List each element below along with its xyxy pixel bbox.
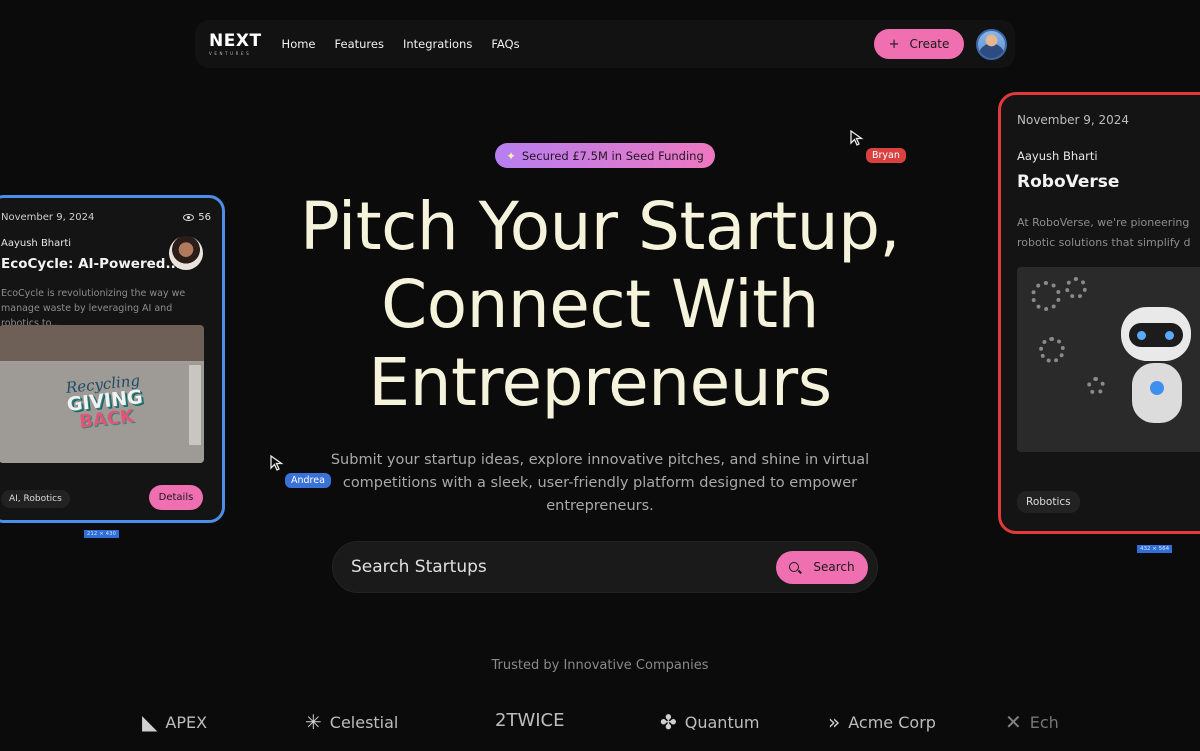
card-description: At RoboVerse, we're pioneering robotic s… <box>1017 213 1200 253</box>
card-description-line-2: robotic solutions that simplify d <box>1017 236 1191 249</box>
card-category-tag[interactable]: Robotics <box>1017 491 1080 513</box>
company-logo-ech: ✕ Ech <box>1005 710 1059 734</box>
company-logo-quantum: ✤ Quantum <box>660 710 759 734</box>
cursor-label-andrea: Andrea <box>285 473 331 488</box>
startup-card-roboverse[interactable]: November 9, 2024 Aayush Bharti RoboVerse… <box>998 92 1200 534</box>
search-button-label: Search <box>813 560 855 574</box>
dimension-label: 432 × 564 <box>1137 545 1173 553</box>
card-views: 56 <box>183 212 211 223</box>
company-name: 2TWICE <box>495 710 565 731</box>
hero-title-line-3: Entrepreneurs <box>368 344 832 421</box>
chevrons-logo-icon: » <box>828 710 841 734</box>
search-button[interactable]: Search <box>776 550 868 584</box>
nav-link-faqs[interactable]: FAQs <box>491 37 519 51</box>
gear-icon <box>1039 337 1065 363</box>
company-name: Ech <box>1029 712 1059 732</box>
hero-title-line-2: Connect With <box>381 266 819 343</box>
gear-icon <box>1065 277 1087 299</box>
funding-badge-text: Secured £7.5M in Seed Funding <box>521 148 704 163</box>
cursor-arrow-icon <box>850 130 864 146</box>
hero-title-line-1: Pitch Your Startup, <box>300 188 900 265</box>
clover-logo-icon: ✤ <box>660 710 677 734</box>
card-title[interactable]: RoboVerse <box>1017 172 1119 192</box>
gear-icon <box>1087 377 1105 395</box>
card-date: November 9, 2024 <box>1 212 95 223</box>
company-logo-2twice: 2TWICE <box>495 710 565 731</box>
image-pole <box>189 365 201 445</box>
sparkle-icon: ✦ <box>506 148 516 163</box>
cursor-arrow-icon <box>270 455 284 471</box>
logo[interactable]: NEXT VENTURES <box>209 30 262 56</box>
create-button[interactable]: + Create <box>874 29 964 59</box>
nav-link-home[interactable]: Home <box>282 37 316 51</box>
snowflake-logo-icon: ✳ <box>305 710 322 734</box>
company-logo-acme-corp: » Acme Corp <box>828 710 936 734</box>
nav-link-features[interactable]: Features <box>335 37 384 51</box>
card-category-tag[interactable]: AI, Robotics <box>1 490 70 508</box>
logo-text: NEXT <box>209 30 262 51</box>
company-name: Quantum <box>684 712 760 732</box>
card-image: Recycling GIVING BACK <box>0 325 204 463</box>
robot-eye-icon <box>1165 331 1174 340</box>
nav-link-integrations[interactable]: Integrations <box>403 37 472 51</box>
card-date: November 9, 2024 <box>1017 113 1130 127</box>
trusted-heading: Trusted by Innovative Companies <box>491 658 709 673</box>
dimension-label: 212 × 430 <box>84 530 120 538</box>
eye-icon <box>183 214 195 221</box>
x-logo-icon: ✕ <box>1005 710 1022 734</box>
company-logo-celestial: ✳ Celestial <box>305 710 398 734</box>
logo-subtext: VENTURES <box>209 50 252 56</box>
funding-badge: ✦ Secured £7.5M in Seed Funding <box>495 143 715 168</box>
image-graffiti: Recycling GIVING BACK <box>64 371 145 433</box>
robot-eye-icon <box>1137 331 1146 340</box>
gear-icon <box>1031 281 1061 311</box>
search-icon <box>789 562 800 572</box>
plus-icon: + <box>888 36 900 52</box>
search-input[interactable] <box>351 557 776 577</box>
card-title[interactable]: EcoCycle: AI-Powered... <box>1 256 181 272</box>
company-logos: ◣ APEX ✳ Celestial 2TWICE ✤ Quantum » Ac… <box>0 710 1200 738</box>
card-author[interactable]: Aayush Bharti <box>1 238 71 249</box>
user-avatar[interactable] <box>976 28 1007 60</box>
company-name: APEX <box>165 712 208 732</box>
startup-card-ecocycle[interactable]: November 9, 2024 56 Aayush Bharti EcoCyc… <box>0 195 225 523</box>
company-name: Acme Corp <box>848 712 936 732</box>
create-button-label: Create <box>909 37 950 51</box>
company-logo-apex: ◣ APEX <box>142 710 207 734</box>
card-image <box>1017 267 1200 452</box>
search-bar: Search <box>332 541 878 593</box>
card-author[interactable]: Aayush Bharti <box>1017 149 1098 163</box>
hero-title: Pitch Your Startup, Connect With Entrepr… <box>240 188 960 422</box>
hero-subtitle: Submit your startup ideas, explore innov… <box>330 452 870 514</box>
navbar: NEXT VENTURES Home Features Integrations… <box>195 20 1015 68</box>
details-button[interactable]: Details <box>149 485 203 510</box>
company-name: Celestial <box>329 712 399 732</box>
page: NEXT VENTURES Home Features Integrations… <box>0 0 1200 751</box>
card-description-line-1: At RoboVerse, we're pioneering <box>1017 216 1190 229</box>
cursor-label-bryan: Bryan <box>866 148 906 163</box>
card-view-count: 56 <box>198 212 211 223</box>
apex-logo-icon: ◣ <box>142 710 158 734</box>
author-avatar[interactable] <box>169 236 203 270</box>
robot-core <box>1150 381 1164 395</box>
